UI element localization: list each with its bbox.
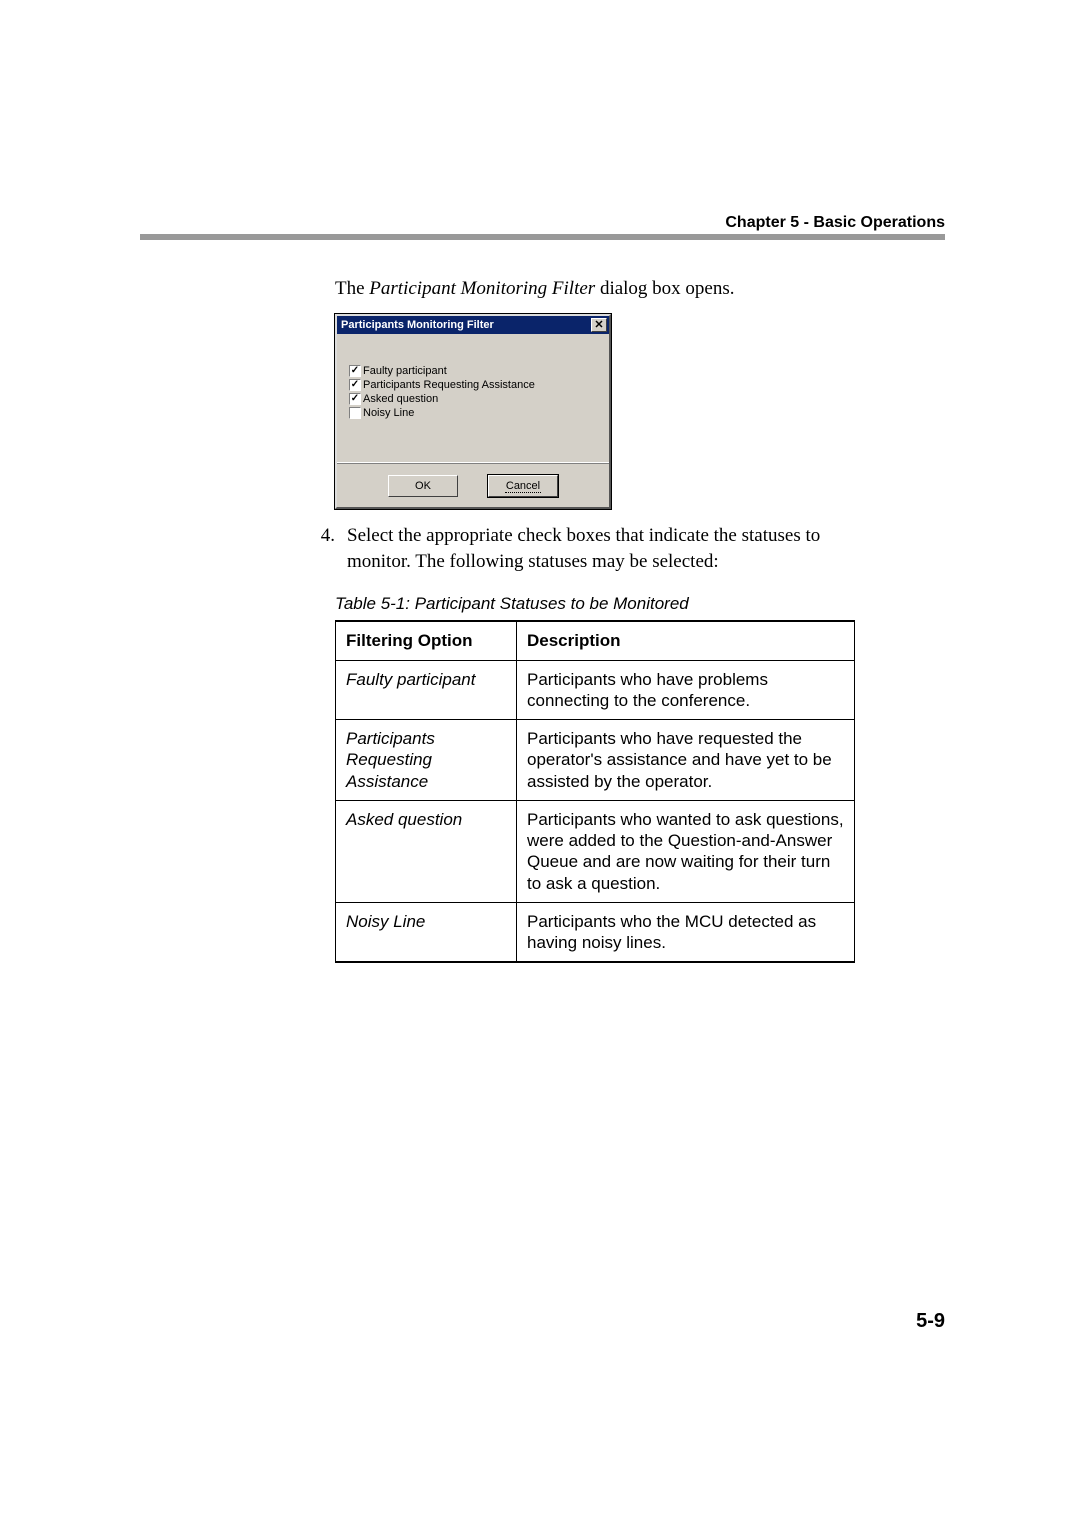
step-4: 4. Select the appropriate check boxes th… [297,523,855,574]
checkbox-icon[interactable]: ✓ [349,379,361,391]
participants-monitoring-filter-dialog: Participants Monitoring Filter ✕ ✓ Fault… [335,314,611,509]
col-header-description: Description [517,621,855,660]
chapter-header: Chapter 5 - Basic Operations [725,214,945,232]
cell-option: Asked question [336,800,517,902]
cell-desc: Participants who the MCU detected as hav… [517,902,855,962]
page-content: The Participant Monitoring Filter dialog… [335,278,855,963]
intro-prefix: The [335,278,369,299]
table-row: Faulty participant Participants who have… [336,660,855,720]
close-button[interactable]: ✕ [591,318,607,332]
checkbox-label: Faulty participant [363,365,447,377]
table-row: Noisy Line Participants who the MCU dete… [336,902,855,962]
intro-dialog-name: Participant Monitoring Filter [369,278,595,299]
close-icon: ✕ [594,319,603,331]
table-row: Asked question Participants who wanted t… [336,800,855,902]
intro-sentence: The Participant Monitoring Filter dialog… [335,278,855,300]
checkbox-row[interactable]: ✓ Participants Requesting Assistance [349,378,601,392]
checkbox-row[interactable]: Noisy Line [349,406,601,420]
step-number: 4. [297,523,347,549]
ok-button[interactable]: OK [388,475,458,497]
cancel-button-label: Cancel [505,480,541,493]
dialog-titlebar[interactable]: Participants Monitoring Filter ✕ [337,316,609,334]
checkbox-label: Asked question [363,393,438,405]
table-caption: Table 5-1: Participant Statuses to be Mo… [335,594,855,614]
checkbox-icon[interactable]: ✓ [349,365,361,377]
dialog-title: Participants Monitoring Filter [341,319,494,331]
cell-desc: Participants who have problems connectin… [517,660,855,720]
step-text: Select the appropriate check boxes that … [347,523,855,574]
table-row: Participants Requesting Assistance Parti… [336,720,855,801]
cell-option: Noisy Line [336,902,517,962]
cell-option: Faulty participant [336,660,517,720]
checkbox-row[interactable]: ✓ Faulty participant [349,364,601,378]
col-header-option: Filtering Option [336,621,517,660]
cell-desc: Participants who have requested the oper… [517,720,855,801]
intro-suffix: dialog box opens. [595,278,734,299]
header-rule [140,234,945,240]
page-number: 5-9 [916,1310,945,1333]
cell-desc: Participants who wanted to ask questions… [517,800,855,902]
cell-option: Participants Requesting Assistance [336,720,517,801]
document-page: Chapter 5 - Basic Operations The Partici… [0,0,1080,1528]
cancel-button[interactable]: Cancel [488,475,558,497]
checkbox-label: Participants Requesting Assistance [363,379,535,391]
checkbox-label: Noisy Line [363,407,414,419]
dialog-body: ✓ Faulty participant ✓ Participants Requ… [337,334,609,462]
checkbox-row[interactable]: ✓ Asked question [349,392,601,406]
table-header-row: Filtering Option Description [336,621,855,660]
checkbox-icon[interactable]: ✓ [349,393,361,405]
participant-statuses-table: Filtering Option Description Faulty part… [335,620,855,963]
checkbox-icon[interactable] [349,407,361,419]
dialog-footer: OK Cancel [337,462,609,507]
